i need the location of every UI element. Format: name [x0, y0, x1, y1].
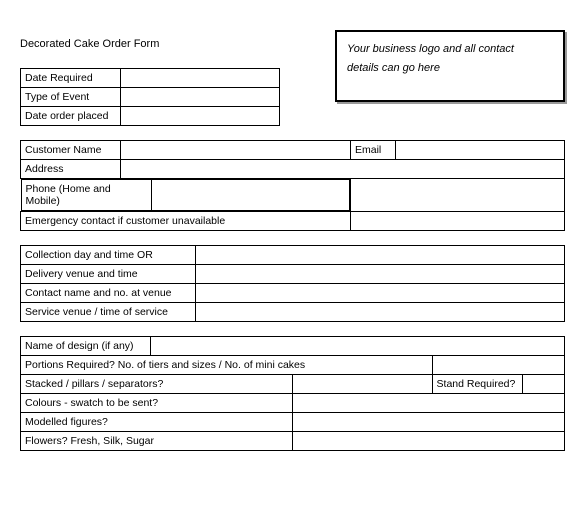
date-order-placed-field[interactable] — [120, 107, 279, 126]
type-of-event-label: Type of Event — [21, 88, 121, 107]
flowers-label: Flowers? Fresh, Silk, Sugar — [21, 432, 293, 451]
contact-venue-field[interactable] — [196, 284, 565, 303]
emergency-label: Emergency contact if customer unavailabl… — [21, 212, 351, 231]
table-row: Address — [21, 160, 565, 179]
phone-label: Phone (Home and Mobile) — [21, 180, 151, 211]
design-name-label: Name of design (if any) — [21, 337, 151, 356]
date-table: Date Required Type of Event Date order p… — [20, 68, 280, 126]
table-row: Name of design (if any) — [21, 337, 565, 356]
stand-required-label: Stand Required? — [432, 375, 522, 394]
delivery-table: Collection day and time OR Delivery venu… — [20, 245, 565, 322]
collection-field[interactable] — [196, 246, 565, 265]
service-venue-field[interactable] — [196, 303, 565, 322]
form-title: Decorated Cake Order Form — [20, 30, 159, 50]
logo-placeholder-box: Your business logo and all contact detai… — [335, 30, 565, 102]
customer-name-field[interactable] — [121, 141, 351, 160]
logo-text-line1: Your business logo and all contact — [347, 40, 553, 59]
date-required-label: Date Required — [21, 69, 121, 88]
collection-label: Collection day and time OR — [21, 246, 196, 265]
date-order-placed-label: Date order placed — [21, 107, 121, 126]
table-row: Date order placed — [21, 107, 280, 126]
delivery-venue-field[interactable] — [196, 265, 565, 284]
table-row: Phone (Home and Mobile) — [21, 179, 565, 212]
colours-label: Colours - swatch to be sent? — [21, 394, 293, 413]
table-row: Colours - swatch to be sent? — [21, 394, 565, 413]
flowers-field[interactable] — [292, 432, 564, 451]
delivery-venue-label: Delivery venue and time — [21, 265, 196, 284]
portions-label: Portions Required? No. of tiers and size… — [21, 356, 433, 375]
phone-field[interactable] — [151, 180, 350, 211]
contact-venue-label: Contact name and no. at venue — [21, 284, 196, 303]
table-row: Date Required — [21, 69, 280, 88]
table-row: Emergency contact if customer unavailabl… — [21, 212, 565, 231]
table-row: Flowers? Fresh, Silk, Sugar — [21, 432, 565, 451]
stacked-field[interactable] — [292, 375, 432, 394]
portions-field[interactable] — [432, 356, 564, 375]
modelled-field[interactable] — [292, 413, 564, 432]
design-name-field[interactable] — [151, 337, 565, 356]
table-row: Stacked / pillars / separators? Stand Re… — [21, 375, 565, 394]
emergency-field[interactable] — [351, 212, 565, 231]
type-of-event-field[interactable] — [120, 88, 279, 107]
modelled-label: Modelled figures? — [21, 413, 293, 432]
email-field[interactable] — [396, 141, 565, 160]
table-row: Modelled figures? — [21, 413, 565, 432]
table-row: Type of Event — [21, 88, 280, 107]
design-table: Name of design (if any) Portions Require… — [20, 336, 565, 451]
table-row: Delivery venue and time — [21, 265, 565, 284]
address-field[interactable] — [121, 160, 565, 179]
table-row: Contact name and no. at venue — [21, 284, 565, 303]
phone-field-ext[interactable] — [351, 179, 565, 212]
date-required-field[interactable] — [120, 69, 279, 88]
table-row: Customer Name Email — [21, 141, 565, 160]
customer-table: Customer Name Email Address Phone (Home … — [20, 140, 565, 231]
stand-required-field[interactable] — [522, 375, 564, 394]
service-venue-label: Service venue / time of service — [21, 303, 196, 322]
colours-field[interactable] — [292, 394, 564, 413]
address-label: Address — [21, 160, 121, 179]
table-row: Portions Required? No. of tiers and size… — [21, 356, 565, 375]
customer-name-label: Customer Name — [21, 141, 121, 160]
logo-text-line2: details can go here — [347, 59, 553, 78]
table-row: Service venue / time of service — [21, 303, 565, 322]
table-row: Collection day and time OR — [21, 246, 565, 265]
email-label: Email — [351, 141, 396, 160]
stacked-label: Stacked / pillars / separators? — [21, 375, 293, 394]
